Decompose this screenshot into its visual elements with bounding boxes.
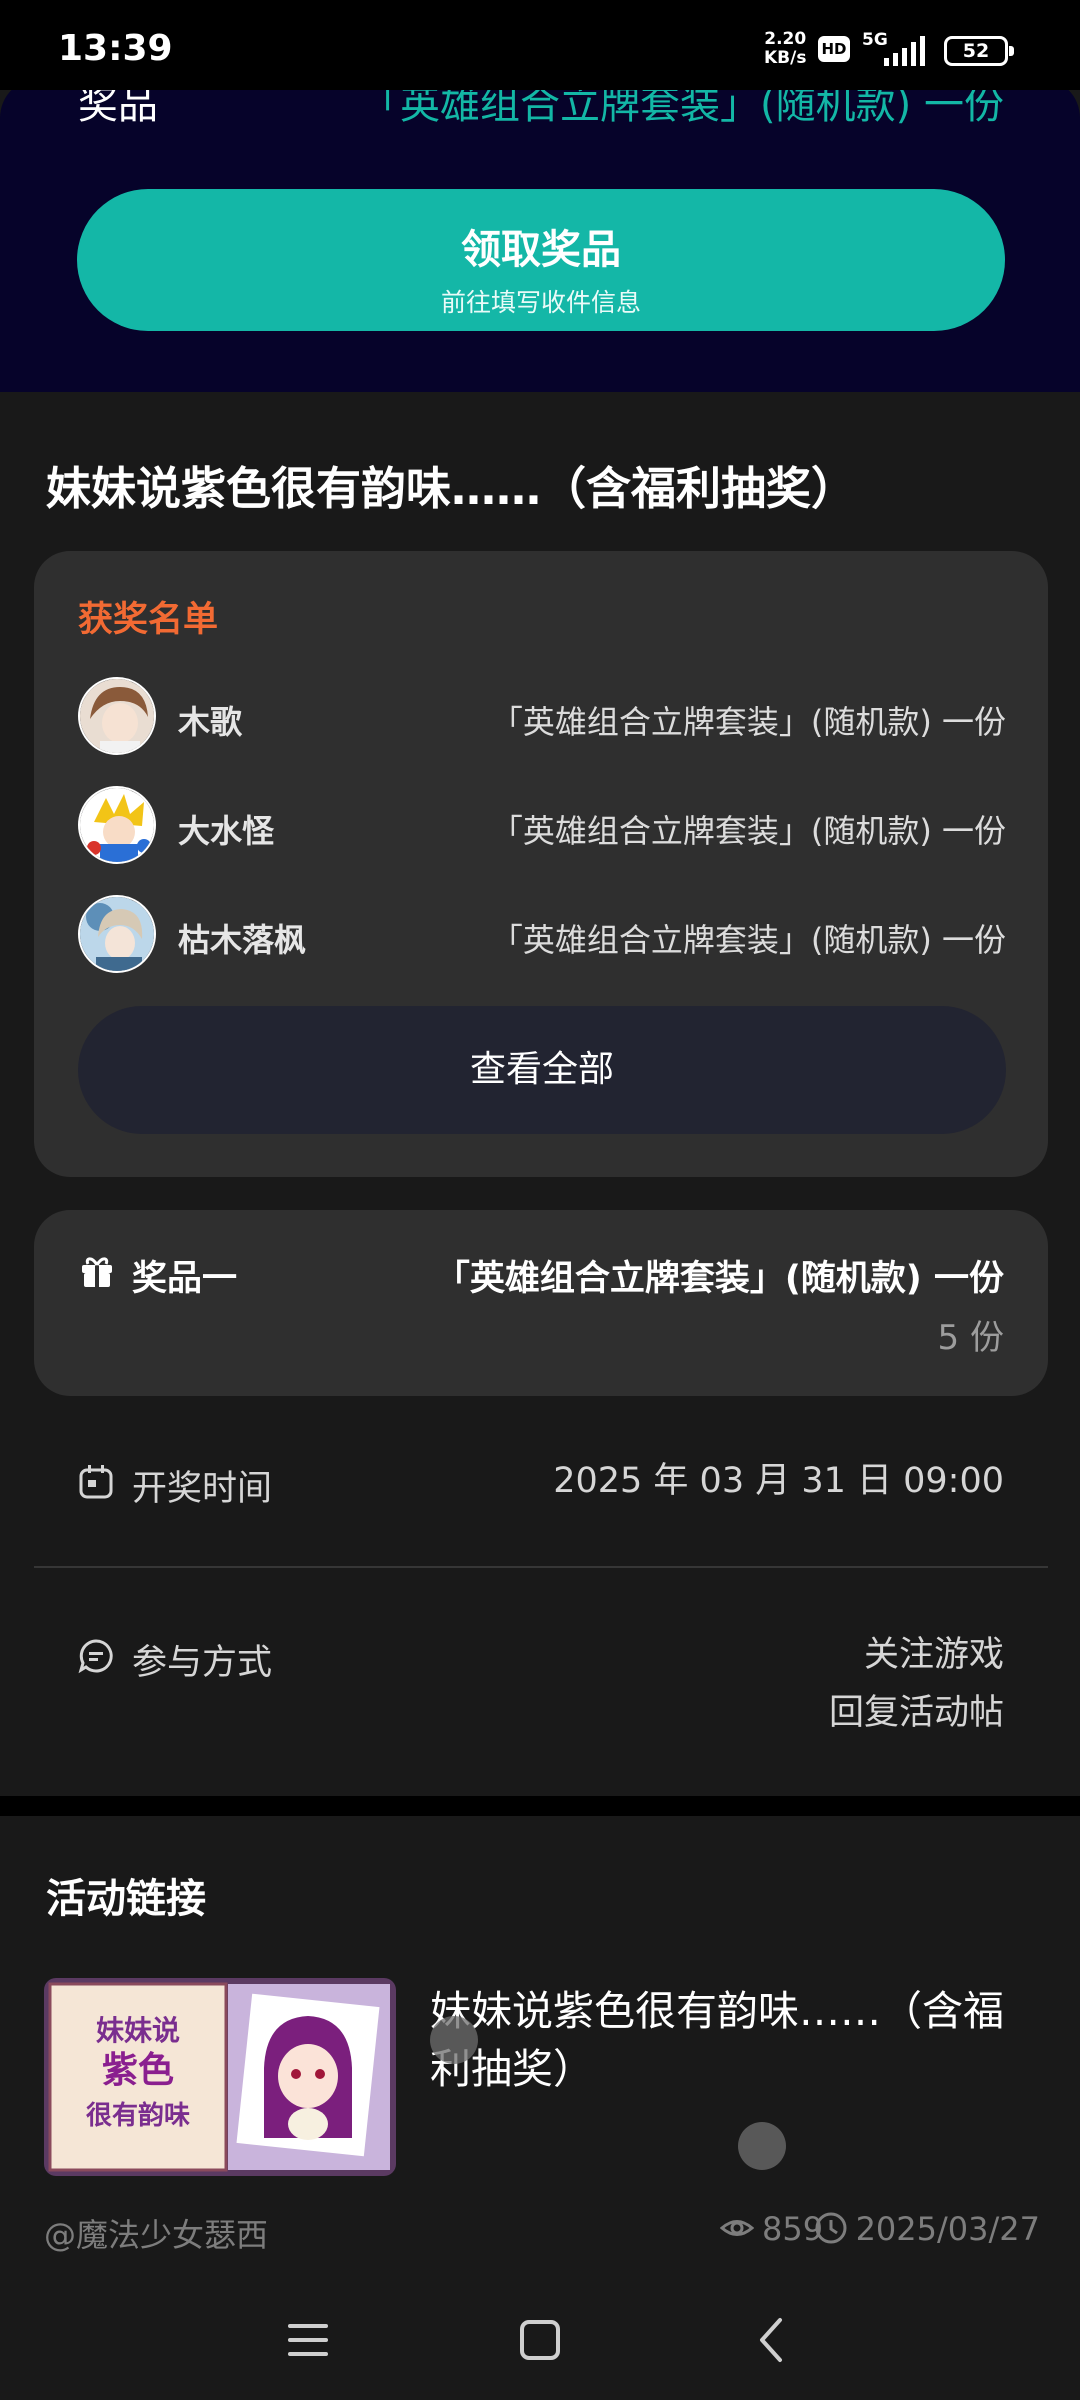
network-speed-value: 2.20: [764, 29, 807, 49]
eye-icon: [720, 2220, 754, 2236]
status-time: 13:39: [58, 28, 173, 69]
prize-banner: 奖品 「英雄组合立牌套装」(随机款) 一份 领取奖品 前往填写收件信息: [0, 78, 1080, 392]
participation-step: 回复活动帖: [828, 1693, 1004, 1733]
menu-icon[interactable]: [278, 2310, 338, 2370]
clock-icon: [815, 2212, 847, 2244]
winners-card: 获奖名单 木歌 「英雄组合立牌套装」(随机款) 一份 大水怪 「英雄组合立牌套装…: [34, 551, 1048, 1177]
back-icon[interactable]: [742, 2310, 802, 2370]
view-all-button[interactable]: 查看全部: [78, 1006, 1006, 1134]
claim-prize-title: 领取奖品: [461, 227, 621, 273]
home-icon[interactable]: [510, 2310, 570, 2370]
participation-label: 参与方式: [132, 1643, 273, 1683]
prize-card: 奖品一 「英雄组合立牌套装」(随机款) 一份 5 份: [34, 1210, 1048, 1396]
avatar[interactable]: [78, 786, 156, 864]
overlay-dot: [430, 2016, 478, 2064]
overlay-dot: [738, 2122, 786, 2170]
draw-time-label: 开奖时间: [132, 1469, 273, 1509]
hd-badge: HD: [818, 36, 850, 62]
participation-step: 关注游戏: [863, 1635, 1004, 1675]
link-date: 2025/03/27: [814, 2210, 1040, 2248]
activity-title: 妹妹说紫色很有韵味……（含福利抽奖）: [46, 462, 857, 515]
draw-time-value: 2025 年 03 月 31 日 09:00: [553, 1461, 1004, 1501]
prize-value: 「英雄组合立牌套装」(随机款) 一份: [434, 1259, 1004, 1299]
gift-icon: [82, 1257, 112, 1287]
section-separator: [0, 1796, 1080, 1816]
svg-text:紫色: 紫色: [102, 2050, 174, 2091]
svg-text:妹妹说: 妹妹说: [96, 2014, 180, 2047]
claim-prize-button[interactable]: 领取奖品 前往填写收件信息: [77, 189, 1005, 331]
prize-label: 奖品一: [132, 1259, 238, 1299]
link-title: 妹妹说紫色很有韵味……（含福利抽奖）: [430, 1987, 1004, 2093]
status-bar: 13:39 2.20 KB/s HD 5G 52: [0, 0, 1080, 90]
link-meta: @魔法少女瑟西 859 2025/03/27: [44, 2210, 1040, 2254]
draw-time-row: 开奖时间 2025 年 03 月 31 日 09:00: [78, 1452, 1004, 1510]
signal-icon: [884, 36, 925, 66]
prize-count: 5 份: [937, 1318, 1004, 1358]
svg-text:很有韵味: 很有韵味: [86, 2100, 190, 2131]
chat-icon: [78, 1639, 113, 1674]
links-heading: 活动链接: [46, 1876, 206, 1922]
activity-link-card[interactable]: 妹妹说 紫色 很有韵味 妹妹说紫色很有韵味……（含福利抽奖）: [44, 1978, 1034, 2178]
link-date-value: 2025/03/27: [855, 2210, 1040, 2248]
network-speed-unit: KB/s: [764, 48, 807, 68]
winner-name: 木歌: [178, 703, 243, 741]
calendar-icon: [79, 1465, 113, 1499]
winner-name: 枯木落枫: [178, 921, 307, 959]
winner-row[interactable]: 木歌 「英雄组合立牌套装」(随机款) 一份: [78, 677, 1006, 755]
winners-heading: 获奖名单: [78, 600, 219, 640]
winner-row[interactable]: 枯木落枫 「英雄组合立牌套装」(随机款) 一份: [78, 895, 1006, 973]
winner-prize: 「英雄组合立牌套装」(随机款) 一份: [490, 812, 1006, 850]
link-views: 859: [720, 2210, 823, 2248]
divider: [34, 1566, 1048, 1568]
avatar[interactable]: [78, 895, 156, 973]
winner-name: 大水怪: [178, 812, 275, 850]
system-nav-bar: [0, 2280, 1080, 2400]
winner-prize: 「英雄组合立牌套装」(随机款) 一份: [490, 921, 1006, 959]
winner-row[interactable]: 大水怪 「英雄组合立牌套装」(随机款) 一份: [78, 786, 1006, 864]
link-author[interactable]: @魔法少女瑟西: [44, 2210, 268, 2256]
battery-icon: 52: [944, 36, 1014, 66]
avatar[interactable]: [78, 677, 156, 755]
winner-prize: 「英雄组合立牌套装」(随机款) 一份: [490, 703, 1006, 741]
claim-prize-subtitle: 前往填写收件信息: [440, 288, 641, 317]
network-speed: 2.20 KB/s: [764, 30, 806, 68]
participation-row: 参与方式 关注游戏 回复活动帖: [78, 1626, 1004, 1746]
link-thumbnail: 妹妹说 紫色 很有韵味: [44, 1978, 396, 2176]
participation-steps: 关注游戏 回复活动帖: [829, 1626, 1004, 1742]
